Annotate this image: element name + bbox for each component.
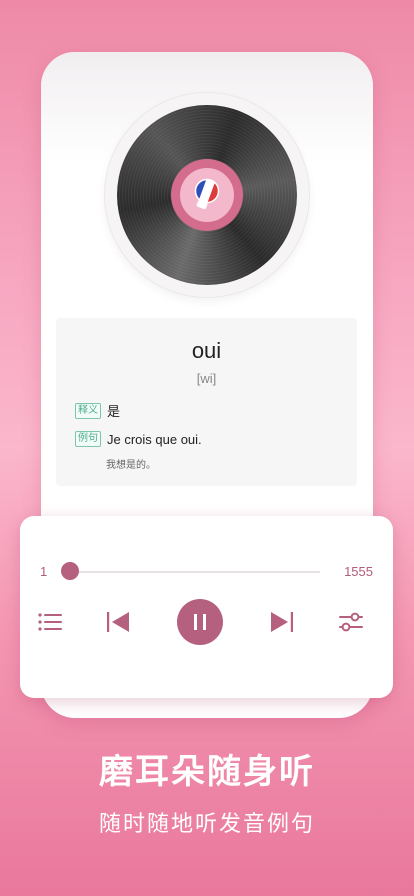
sliders-icon — [339, 612, 363, 632]
progress-track[interactable] — [70, 571, 320, 573]
word-title: oui — [191, 338, 222, 363]
pause-icon — [194, 614, 206, 630]
progress-thumb[interactable] — [61, 562, 79, 580]
example-row: 例句 Je crois que oui. — [75, 431, 202, 447]
play-pause-button[interactable] — [177, 599, 223, 645]
france-flag-bulb-icon — [192, 178, 222, 210]
settings-button[interactable] — [336, 606, 366, 638]
word-card: oui [wi] 释义 是 例句 Je crois que oui. 我想是的。 — [56, 318, 357, 486]
progress-start-label: 1 — [40, 564, 48, 579]
phonetic-transcription: [wi] — [196, 371, 217, 386]
playlist-button[interactable] — [36, 606, 64, 638]
list-icon — [38, 613, 62, 631]
meaning-tag: 释义 — [75, 402, 101, 419]
example-translation: 我想是的。 — [106, 460, 156, 471]
vinyl-record — [117, 105, 297, 285]
promo-headline: 磨耳朵随身听 — [99, 752, 315, 792]
previous-button[interactable] — [104, 606, 132, 638]
skip-previous-icon — [107, 612, 129, 632]
promo-subline: 随时随地听发音例句 — [98, 812, 315, 837]
next-button[interactable] — [268, 606, 296, 638]
meaning-text: 是 — [107, 404, 121, 419]
record-holder — [105, 93, 309, 297]
audio-player: 1 1555 — [20, 516, 393, 698]
skip-next-icon — [271, 612, 293, 632]
progress-total-label: 1555 — [344, 564, 373, 579]
example-tag: 例句 — [75, 431, 101, 447]
example-sentence: Je crois que oui. — [107, 431, 202, 447]
record-label — [171, 159, 243, 231]
meaning-row: 释义 是 — [75, 401, 120, 420]
record-label-inner — [180, 168, 234, 222]
